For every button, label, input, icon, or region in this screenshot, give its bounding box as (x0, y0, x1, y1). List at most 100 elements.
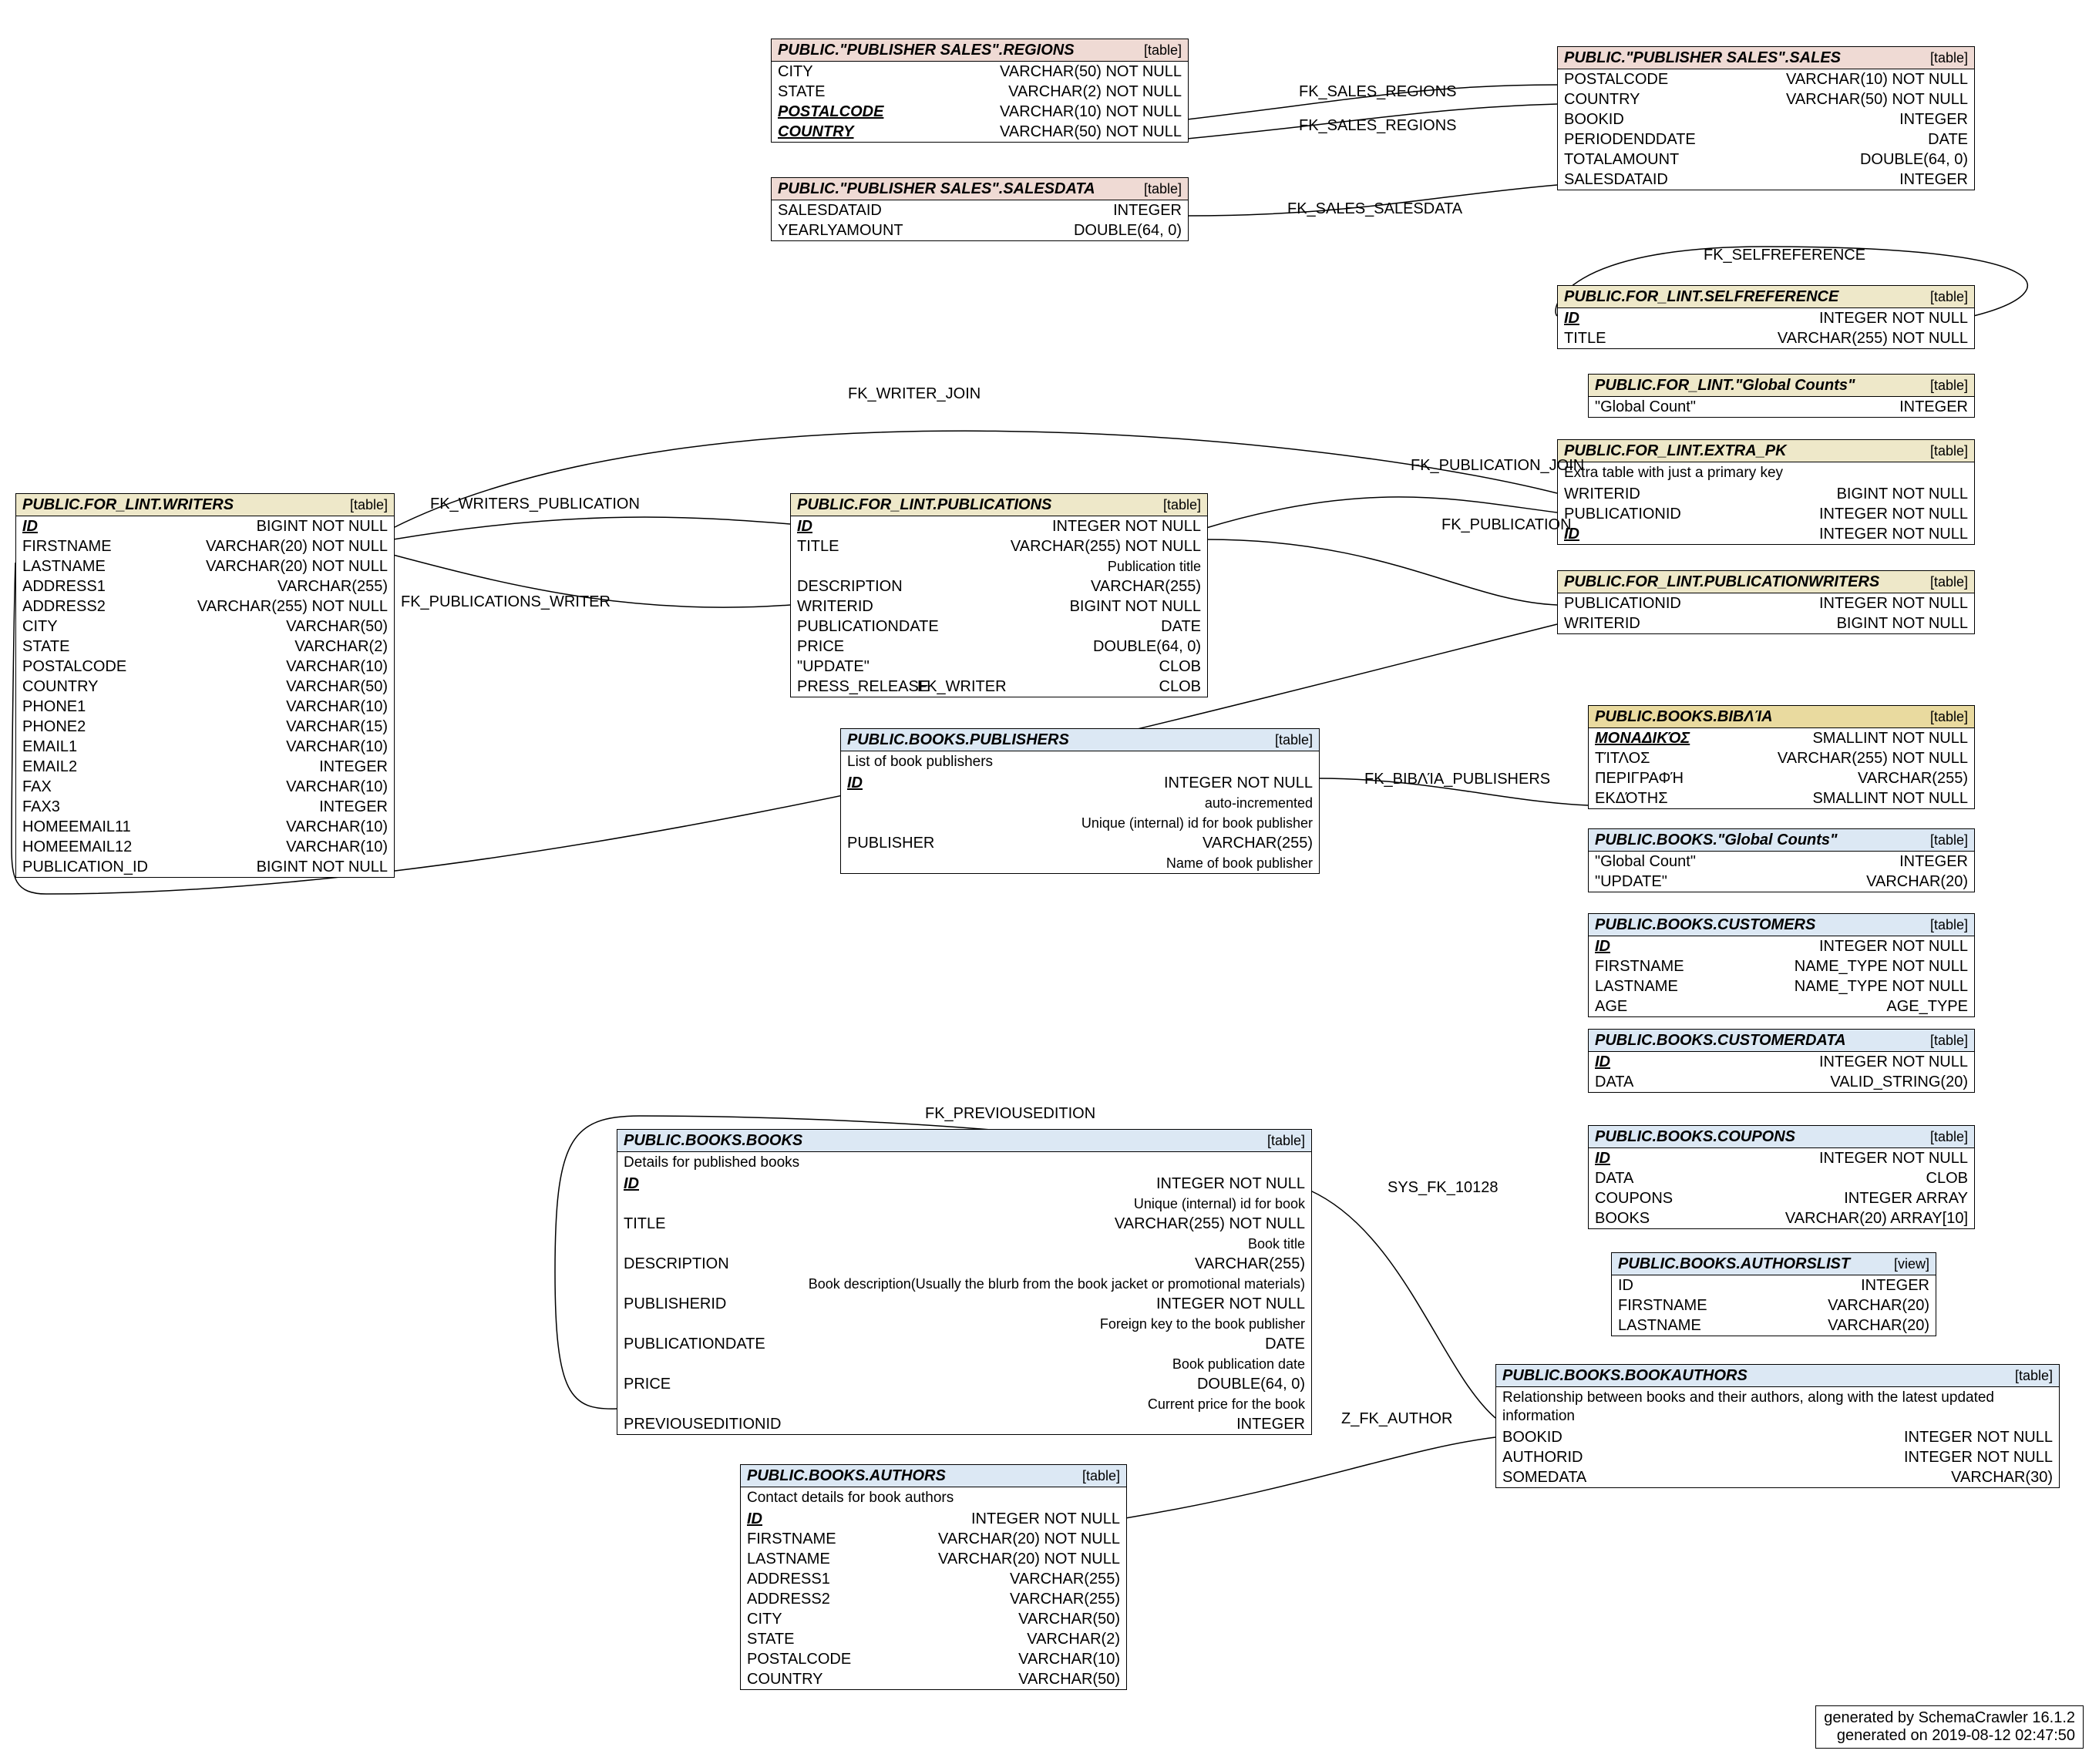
column-name: FIRSTNAME (22, 537, 112, 556)
table-header: PUBLIC.BOOKS.BOOKS[table] (617, 1130, 1311, 1152)
column-type: INTEGER ARRAY (1844, 1189, 1968, 1208)
column-row: PREVIOUSEDITIONIDINTEGER (617, 1414, 1311, 1434)
column-type: INTEGER (1113, 201, 1182, 220)
column-row: PERIODENDDATEDATE (1558, 129, 1974, 150)
column-name: ID (1618, 1276, 1633, 1295)
column-row: POSTALCODEVARCHAR(10) NOT NULL (772, 102, 1188, 122)
column-row: PUBLICATIONDATEDATE (791, 617, 1207, 637)
column-type: VARCHAR(10) NOT NULL (1786, 70, 1968, 89)
column-type: INTEGER NOT NULL (1904, 1448, 2053, 1467)
column-type: VARCHAR(20) NOT NULL (206, 557, 388, 576)
column-name: TITLE (624, 1215, 665, 1233)
column-row: BOOKIDINTEGER NOT NULL (1496, 1427, 2059, 1447)
column-type: VARCHAR(10) (286, 697, 388, 716)
column-row: AUTHORID INTEGER NOT NULL (1496, 1447, 2059, 1467)
column-type: VARCHAR(20) (1866, 872, 1968, 891)
table-header: PUBLIC.FOR_LINT.SELFREFERENCE[table] (1558, 286, 1974, 308)
column-type: SMALLINT NOT NULL (1812, 789, 1968, 808)
column-type: DOUBLE(64, 0) (1860, 150, 1968, 169)
column-row: POSTALCODEVARCHAR(10) NOT NULL (1558, 69, 1974, 89)
column-type: INTEGER (1899, 398, 1968, 416)
table-t_bookauthors: PUBLIC.BOOKS.BOOKAUTHORS[table]Relations… (1495, 1364, 2060, 1488)
column-row: TITLE VARCHAR(255) NOT NULL (617, 1214, 1311, 1234)
column-type: VARCHAR(10) NOT NULL (1000, 102, 1182, 121)
column-name: ΠΕΡΙΓΡΑΦΉ (1595, 769, 1684, 788)
column-row: STATEVARCHAR(2) (741, 1629, 1126, 1649)
column-type: VARCHAR(2) (294, 637, 388, 656)
column-name: STATE (747, 1630, 794, 1648)
column-name: CITY (747, 1610, 782, 1628)
column-row: WRITERIDBIGINT NOT NULL (791, 596, 1207, 617)
column-note: Foreign key to the book publisher (617, 1314, 1311, 1334)
column-name: DATA (1595, 1073, 1633, 1091)
column-row: AGEAGE_TYPE (1589, 996, 1974, 1016)
column-note: Book title (617, 1234, 1311, 1254)
column-row: "Global Count"INTEGER (1589, 397, 1974, 417)
column-name: COUNTRY (1564, 90, 1640, 109)
column-row: POSTALCODEVARCHAR(10) (16, 657, 394, 677)
table-title: PUBLIC.FOR_LINT."Global Counts" (1595, 376, 1855, 395)
table-type: [table] (1930, 1031, 1968, 1050)
column-row: SALESDATAIDINTEGER (772, 200, 1188, 220)
column-row: LASTNAMENAME_TYPE NOT NULL (1589, 976, 1974, 996)
table-t_regions: PUBLIC."PUBLISHER SALES".REGIONS[table] C… (771, 39, 1189, 143)
column-type: VARCHAR(255) (1858, 769, 1968, 788)
column-row: "UPDATE"CLOB (791, 657, 1207, 677)
table-t_salesdata: PUBLIC."PUBLISHER SALES".SALESDATA[table… (771, 177, 1189, 241)
column-type: INTEGER NOT NULL (1819, 525, 1968, 543)
table-header: PUBLIC.BOOKS.PUBLISHERS[table] (841, 729, 1319, 751)
column-row: COUNTRYVARCHAR(50) (741, 1669, 1126, 1689)
column-row: BOOKIDINTEGER (1558, 109, 1974, 129)
column-type: VARCHAR(255) NOT NULL (1115, 1215, 1305, 1233)
fk-label: SYS_FK_10128 (1388, 1179, 1498, 1197)
table-subtitle: Details for published books (617, 1152, 1311, 1174)
column-type: VARCHAR(255) (278, 577, 388, 596)
column-row: FIRSTNAMEVARCHAR(20) (1612, 1295, 1936, 1315)
column-note: auto-incremented (841, 793, 1319, 813)
column-name: BOOKID (1564, 110, 1624, 129)
column-type: BIGINT NOT NULL (257, 858, 388, 876)
column-row: DESCRIPTIONVARCHAR(255) (791, 576, 1207, 596)
column-name: SOMEDATA (1502, 1468, 1586, 1487)
column-name: AUTHORID (1502, 1448, 1583, 1467)
column-name: EMAIL2 (22, 758, 77, 776)
column-name: STATE (778, 82, 825, 101)
column-row: ΠΕΡΙΓΡΑΦΉ VARCHAR(255) (1589, 768, 1974, 788)
column-name: LASTNAME (747, 1550, 830, 1568)
table-t_customers: PUBLIC.BOOKS.CUSTOMERS[table]IDINTEGER N… (1588, 913, 1975, 1017)
column-name: "UPDATE" (1595, 872, 1667, 891)
column-type: BIGINT NOT NULL (257, 517, 388, 536)
table-header: PUBLIC.BOOKS.ΒΙΒΛΊΑ[table] (1589, 706, 1974, 728)
column-row: IDINTEGER (1612, 1275, 1936, 1295)
table-header: PUBLIC.BOOKS.BOOKAUTHORS[table] (1496, 1365, 2059, 1387)
column-name: PUBLICATIONDATE (624, 1335, 765, 1353)
table-t_publishers: PUBLIC.BOOKS.PUBLISHERS[table]List of bo… (840, 728, 1320, 874)
table-header: PUBLIC.BOOKS.COUPONS[table] (1589, 1126, 1974, 1148)
column-row: TITLEVARCHAR(255) NOT NULL (791, 536, 1207, 556)
column-row: BOOKSVARCHAR(20) ARRAY[10] (1589, 1208, 1974, 1228)
table-title: PUBLIC."PUBLISHER SALES".SALES (1564, 49, 1841, 67)
column-name: HOMEEMAIL12 (22, 838, 132, 856)
fk-label: FK_WRITER_JOIN (848, 385, 981, 403)
table-t_authors: PUBLIC.BOOKS.AUTHORS[table]Contact detai… (740, 1464, 1127, 1690)
column-name: PUBLICATIONDATE (797, 617, 939, 636)
column-row: POSTALCODEVARCHAR(10) (741, 1649, 1126, 1669)
table-type: [table] (1930, 49, 1968, 67)
column-row: IDINTEGER NOT NULL (741, 1509, 1126, 1529)
column-name: PERIODENDDATE (1564, 130, 1696, 149)
column-name: COUNTRY (778, 123, 854, 141)
table-header: PUBLIC."PUBLISHER SALES".REGIONS[table] (772, 39, 1188, 62)
table-title: PUBLIC.BOOKS.ΒΙΒΛΊΑ (1595, 707, 1773, 726)
column-row: IDINTEGER NOT NULL (617, 1174, 1311, 1194)
column-name: ADDRESS2 (747, 1590, 830, 1608)
column-row: COUNTRYVARCHAR(50) NOT NULL (772, 122, 1188, 142)
table-type: [table] (1144, 41, 1182, 59)
column-row: YEARLYAMOUNTDOUBLE(64, 0) (772, 220, 1188, 240)
column-row: WRITERIDBIGINT NOT NULL (1558, 484, 1974, 504)
column-row: COUNTRYVARCHAR(50) NOT NULL (1558, 89, 1974, 109)
column-row: ADDRESS1VARCHAR(255) (16, 576, 394, 596)
column-row: DATACLOB (1589, 1168, 1974, 1188)
column-name: TITLE (1564, 329, 1606, 348)
column-name: PRESS_RELEASE (797, 677, 929, 696)
column-name: WRITERID (1564, 485, 1640, 503)
